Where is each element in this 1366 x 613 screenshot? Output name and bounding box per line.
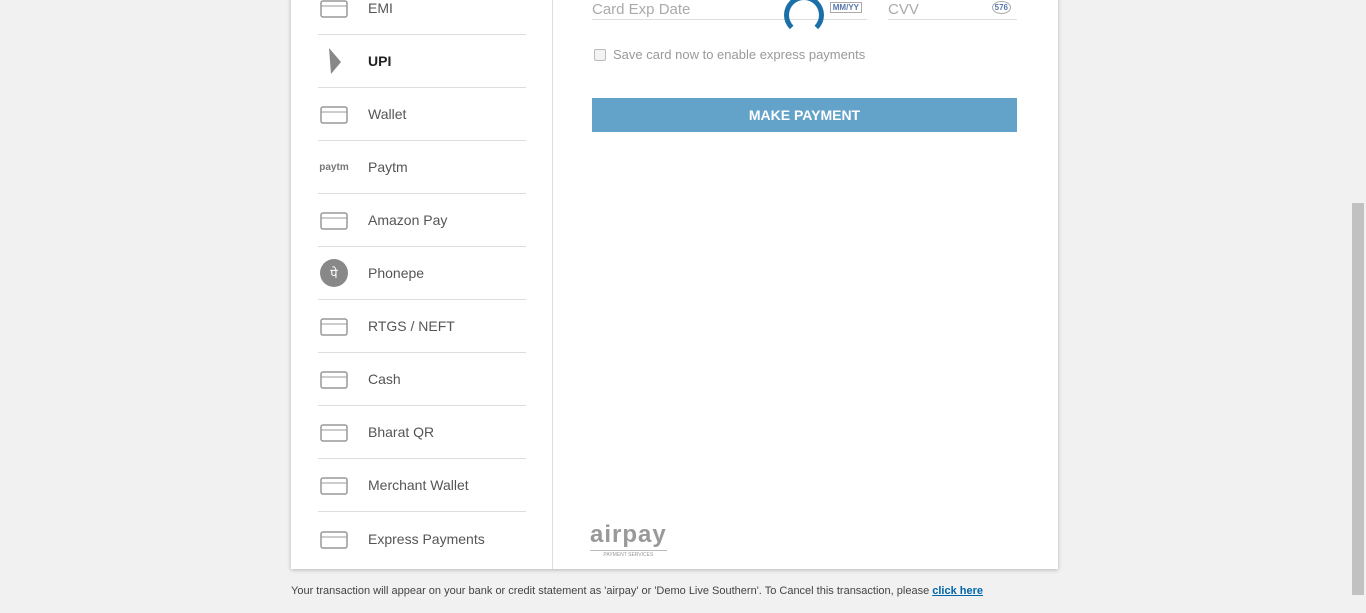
payment-method-emi[interactable]: EMI [318,0,526,35]
payment-method-express-payments[interactable]: Express Payments [318,512,526,565]
make-payment-button[interactable]: MAKE PAYMENT [592,98,1017,132]
calendar-icon: MM/YY [829,2,862,13]
exp-placeholder: Card Exp Date [592,1,691,18]
payment-card: EMI UPI Wallet paytm Paytm Amazon Pay पे Phonep… [291,0,1058,569]
payment-method-upi[interactable]: UPI [318,35,526,88]
method-label: Wallet [368,106,407,122]
airpay-logo: airpay PAYMENT SERVICES [590,521,667,558]
phonepe-icon: पे [318,258,350,288]
method-label: Phonepe [368,265,425,281]
method-label: Amazon Pay [368,212,448,228]
method-label: Merchant Wallet [368,477,469,493]
wallet-icon [318,470,350,500]
method-label: Express Payments [368,530,485,547]
cvv-card-icon: 576 [991,1,1011,14]
paytm-icon: paytm [319,161,349,173]
save-card-label: Save card now to enable express payments [613,47,866,62]
wallet-icon [318,99,350,129]
card-exp-date-input[interactable]: Card Exp Date MM/YY [592,0,867,20]
scrollbar[interactable] [1350,0,1366,613]
payment-method-wallet[interactable]: Wallet [318,88,526,141]
calculator-icon [318,0,350,23]
cash-icon [318,364,350,394]
card-icon [318,524,350,554]
divider [552,0,553,569]
loading-spinner [784,0,824,35]
payment-method-amazon-pay[interactable]: Amazon Pay [318,194,526,247]
method-label: Cash [368,371,401,387]
method-label: Bharat QR [368,424,435,440]
footer-note: Your transaction will appear on your ban… [291,585,983,597]
cvv-input[interactable]: CVV 576 [888,0,1017,20]
payment-method-phonepe[interactable]: पे Phonepe [318,247,526,300]
monitor-icon [318,311,350,341]
method-label: EMI [368,0,393,16]
save-card-checkbox[interactable]: Save card now to enable express payments [594,47,865,62]
scrollbar-thumb[interactable] [1352,203,1364,595]
footer-text: Your transaction will appear on your ban… [291,585,933,597]
method-label: UPI [368,53,392,69]
checkbox-icon[interactable] [594,48,606,61]
method-label: Paytm [368,159,408,175]
amazon-pay-icon [318,205,350,235]
cvv-placeholder: CVV [888,1,919,18]
payment-method-list: EMI UPI Wallet paytm Paytm Amazon Pay पे Phonep… [318,0,526,565]
payment-method-rtgs-neft[interactable]: RTGS / NEFT [318,300,526,353]
cancel-link[interactable]: click here [932,585,983,597]
upi-icon [318,46,350,76]
payment-method-merchant-wallet[interactable]: Merchant Wallet [318,459,526,512]
payment-method-paytm[interactable]: paytm Paytm [318,141,526,194]
payment-method-cash[interactable]: Cash [318,353,526,406]
bharat-qr-icon [318,417,350,447]
method-label: RTGS / NEFT [368,318,455,334]
payment-method-bharat-qr[interactable]: Bharat QR [318,406,526,459]
